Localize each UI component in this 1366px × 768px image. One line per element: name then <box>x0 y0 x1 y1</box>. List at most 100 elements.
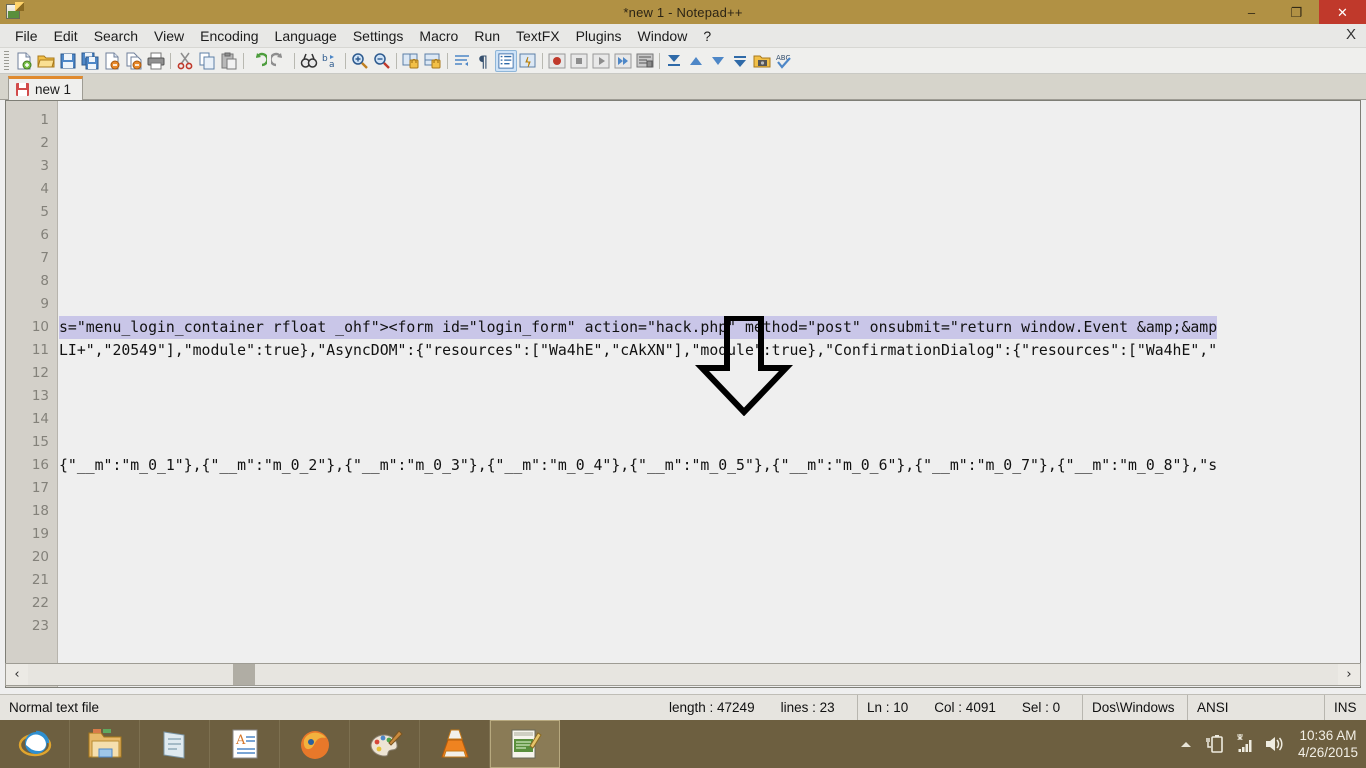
minimize-button[interactable]: – <box>1229 0 1274 24</box>
status-caret-position: Ln : 10 Col : 4091 Sel : 0 <box>858 694 1083 721</box>
save-all-icon[interactable] <box>79 50 101 72</box>
close-document-button[interactable]: X <box>1346 26 1356 43</box>
play-macro-icon[interactable] <box>590 50 612 72</box>
open-file-icon[interactable] <box>35 50 57 72</box>
copy-icon[interactable] <box>196 50 218 72</box>
taskbar-vlc-icon[interactable] <box>420 720 490 768</box>
cut-icon[interactable] <box>174 50 196 72</box>
last-bookmark-icon[interactable] <box>729 50 751 72</box>
scroll-right-arrow-icon[interactable]: › <box>1338 664 1360 685</box>
toolbar-separator <box>393 52 400 70</box>
close-button[interactable]: ✕ <box>1319 0 1366 24</box>
run-macro-multiple-icon[interactable] <box>612 50 634 72</box>
menu-item-macro[interactable]: Macro <box>411 25 466 47</box>
menu-item-view[interactable]: View <box>146 25 192 47</box>
toolbar-separator <box>291 52 298 70</box>
spellcheck-icon[interactable]: ABC <box>773 50 795 72</box>
menu-item-file[interactable]: File <box>7 25 46 47</box>
line-number: 9 <box>40 296 49 312</box>
indent-guide-icon[interactable] <box>495 49 517 72</box>
maximize-button[interactable]: ❐ <box>1274 0 1319 24</box>
user-defined-language-icon[interactable] <box>517 50 539 72</box>
menu-item-run[interactable]: Run <box>466 25 508 47</box>
notepad-plus-plus-icon[interactable] <box>5 2 24 21</box>
line-number: 5 <box>40 204 49 220</box>
status-ln: Ln : 10 <box>867 700 909 715</box>
taskbar-file-explorer-icon[interactable] <box>70 720 140 768</box>
window-controls: – ❐ ✕ <box>1229 0 1366 24</box>
scrollbar-track[interactable] <box>28 664 1338 685</box>
clock-time: 10:36 AM <box>1299 728 1357 743</box>
scroll-left-arrow-icon[interactable]: ‹ <box>6 664 28 685</box>
down-arrow-annotation <box>694 316 794 416</box>
print-icon[interactable] <box>145 50 167 72</box>
replace-icon[interactable]: ba <box>320 50 342 72</box>
menu-item-encoding[interactable]: Encoding <box>192 25 266 47</box>
menu-item-settings[interactable]: Settings <box>345 25 412 47</box>
menu-item-edit[interactable]: Edit <box>46 25 86 47</box>
zoom-out-icon[interactable] <box>371 50 393 72</box>
line-number: 14 <box>31 411 49 427</box>
sync-horizontal-scroll-icon[interactable] <box>422 50 444 72</box>
status-encoding: ANSI <box>1188 694 1325 721</box>
menu-item-search[interactable]: Search <box>86 25 146 47</box>
close-all-files-icon[interactable] <box>123 50 145 72</box>
svg-text:a: a <box>329 60 335 70</box>
menu-item-textfx[interactable]: TextFX <box>508 25 568 47</box>
run-icon[interactable] <box>751 50 773 72</box>
line-number: 11 <box>31 342 49 358</box>
save-icon[interactable] <box>57 50 79 72</box>
paste-icon[interactable] <box>218 50 240 72</box>
close-file-icon[interactable] <box>101 50 123 72</box>
menu-item-plugins[interactable]: Plugins <box>568 25 630 47</box>
status-length-lines: length : 47249 lines : 23 <box>660 694 858 721</box>
line-number: 8 <box>40 273 49 289</box>
menu-item-window[interactable]: Window <box>630 25 696 47</box>
editor-area[interactable]: 1 2 3 4 5 6 7 8 9 10 11 12 13 14 15 16 17 18 19 20 21 22 23 s=… <box>5 100 1361 688</box>
tab-label: new 1 <box>35 82 72 97</box>
taskbar-notepad-icon[interactable] <box>140 720 210 768</box>
undo-icon[interactable] <box>247 50 269 72</box>
redo-icon[interactable] <box>269 50 291 72</box>
title-bar[interactable]: *new 1 - Notepad++ – ❐ ✕ <box>0 0 1366 24</box>
show-all-characters-icon[interactable]: ¶ <box>473 50 495 72</box>
show-hidden-icons-icon[interactable] <box>1176 733 1196 755</box>
save-macro-icon[interactable] <box>634 50 656 72</box>
code-line[interactable]: s="menu_login_container rfloat _ohf"><fo… <box>59 316 1218 339</box>
taskbar-firefox-icon[interactable] <box>280 720 350 768</box>
start-record-macro-icon[interactable] <box>546 50 568 72</box>
new-file-icon[interactable] <box>13 50 35 72</box>
system-tray: 10:36 AM 4/26/2015 <box>1176 720 1366 768</box>
taskbar-notepad-plus-plus-icon[interactable] <box>490 720 560 768</box>
battery-icon[interactable] <box>1205 733 1225 755</box>
next-bookmark-icon[interactable] <box>707 50 729 72</box>
first-bookmark-icon[interactable] <box>663 50 685 72</box>
line-number: 1 <box>40 112 49 128</box>
line-number: 7 <box>40 250 49 266</box>
line-number: 6 <box>40 227 49 243</box>
stop-record-macro-icon[interactable] <box>568 50 590 72</box>
network-signal-icon[interactable] <box>1234 733 1254 755</box>
scrollbar-thumb[interactable] <box>233 664 255 685</box>
word-wrap-icon[interactable] <box>451 50 473 72</box>
taskbar-paint-icon[interactable] <box>350 720 420 768</box>
code-line[interactable]: {"__m":"m_0_1"},{"__m":"m_0_2"},{"__m":"… <box>59 454 1217 477</box>
menu-item-help[interactable]: ? <box>695 25 719 47</box>
previous-bookmark-icon[interactable] <box>685 50 707 72</box>
code-line[interactable]: LI+","20549"],"module":true},"AsyncDOM":… <box>59 339 1217 362</box>
find-icon[interactable] <box>298 50 320 72</box>
taskbar-internet-explorer-icon[interactable] <box>0 720 70 768</box>
horizontal-scrollbar[interactable]: ‹ › <box>5 663 1361 686</box>
toolbar-separator <box>342 52 349 70</box>
volume-icon[interactable] <box>1263 733 1283 755</box>
svg-text:b: b <box>322 54 328 64</box>
toolbar-grip[interactable] <box>4 50 9 71</box>
taskbar-clock[interactable]: 10:36 AM 4/26/2015 <box>1292 727 1358 761</box>
sync-vertical-scroll-icon[interactable] <box>400 50 422 72</box>
zoom-in-icon[interactable] <box>349 50 371 72</box>
menu-item-language[interactable]: Language <box>267 25 345 47</box>
line-number: 23 <box>31 618 49 634</box>
taskbar-wordpad-icon[interactable]: A <box>210 720 280 768</box>
svg-text:A: A <box>235 733 246 748</box>
tab-new-1[interactable]: new 1 <box>8 76 84 100</box>
